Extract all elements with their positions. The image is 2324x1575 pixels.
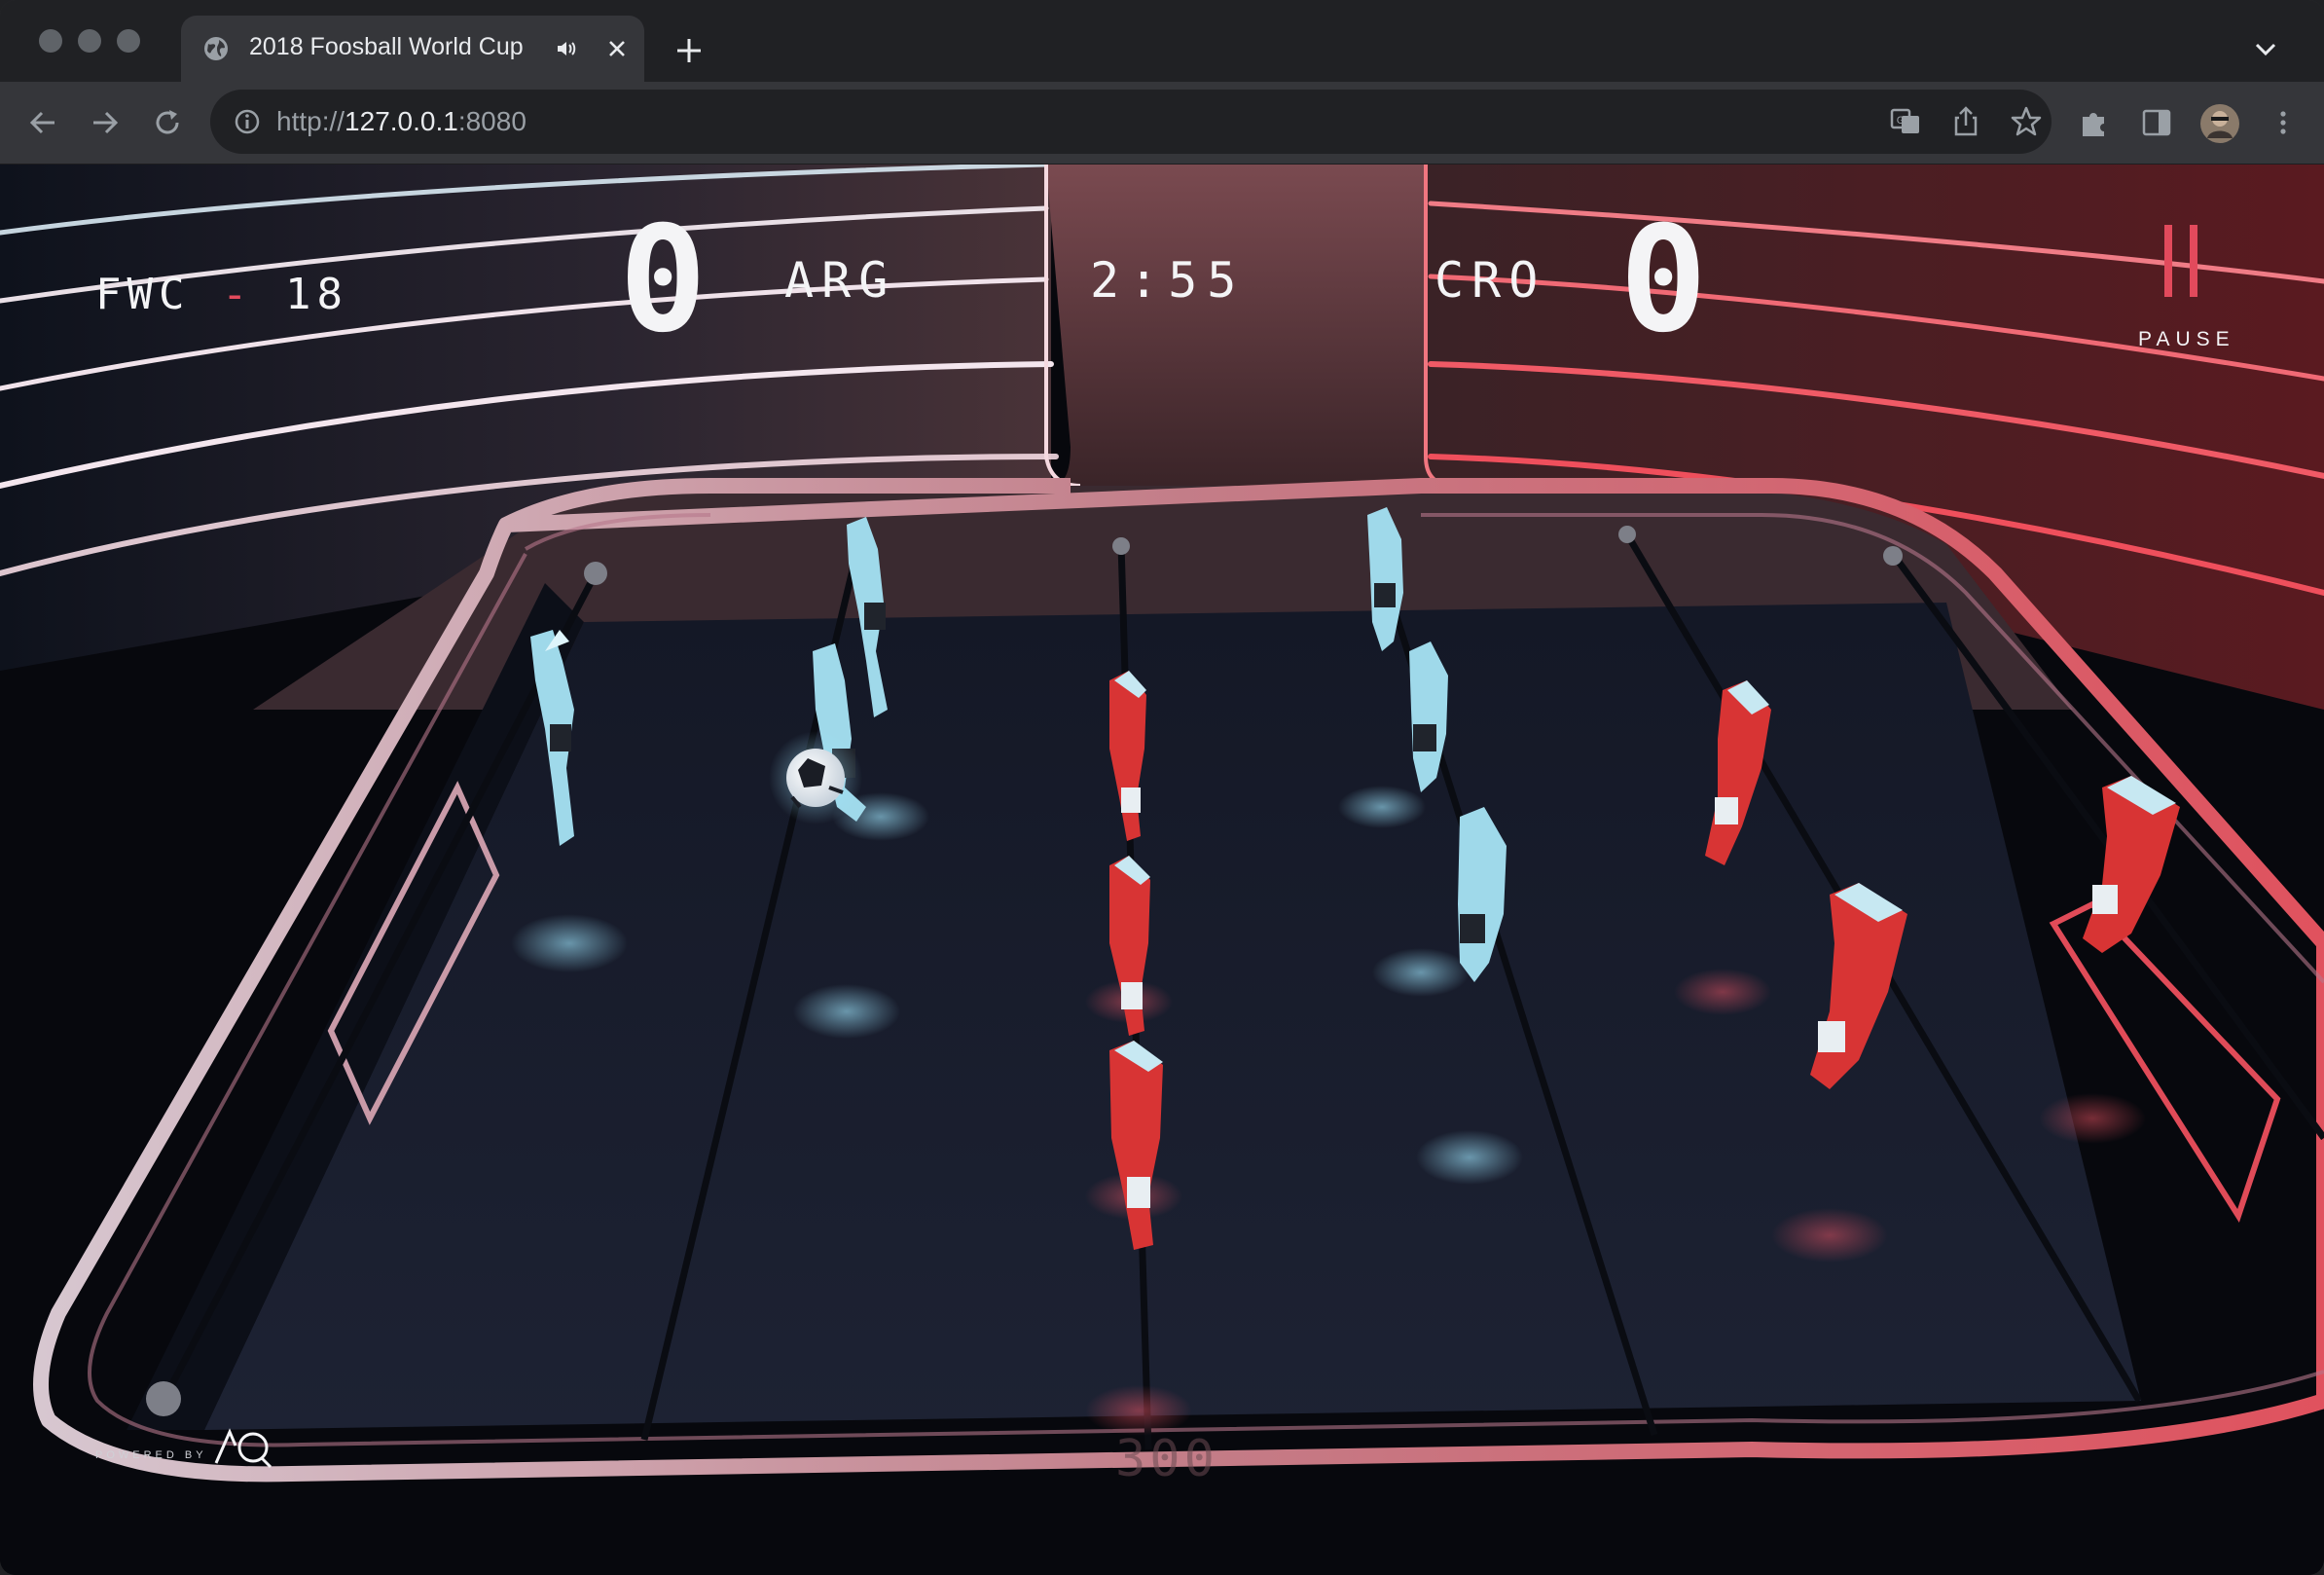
translate-icon[interactable]: G bbox=[1888, 104, 1923, 139]
home-score: 0 bbox=[619, 196, 708, 365]
url-host: 127.0.0.1 bbox=[345, 106, 458, 136]
speaker-icon[interactable] bbox=[553, 35, 580, 62]
more-vert-icon[interactable] bbox=[2266, 105, 2301, 140]
new-tab-icon[interactable] bbox=[672, 33, 707, 68]
aq-logo bbox=[214, 1428, 272, 1469]
game-canvas[interactable]: FWC - 18 0 ARG 2:55 CRO 0 PAUSE POWERED … bbox=[0, 165, 2324, 1575]
address-bar[interactable]: http://127.0.0.1:8080 G bbox=[210, 90, 2052, 154]
home-team-name: ARG bbox=[784, 252, 896, 309]
svg-text:G: G bbox=[1897, 115, 1906, 127]
minimize-window-button[interactable] bbox=[78, 29, 101, 53]
reload-icon[interactable] bbox=[150, 105, 185, 140]
profile-avatar-icon[interactable] bbox=[2199, 103, 2240, 144]
globe-icon bbox=[204, 37, 228, 60]
side-panel-icon[interactable] bbox=[2139, 105, 2174, 140]
center-panel bbox=[1046, 165, 1460, 486]
url-text[interactable]: http://127.0.0.1:8080 bbox=[276, 106, 527, 137]
foosball-table-scene bbox=[0, 165, 2324, 1575]
maximize-window-button[interactable] bbox=[117, 29, 140, 53]
tournament-logo: FWC - 18 bbox=[95, 270, 348, 319]
bookmark-star-icon[interactable] bbox=[2009, 104, 2044, 139]
info-icon[interactable] bbox=[230, 104, 265, 139]
close-window-button[interactable] bbox=[39, 29, 62, 53]
extensions-puzzle-icon[interactable] bbox=[2077, 105, 2112, 140]
powered-by-label: POWERED BY bbox=[95, 1449, 207, 1461]
chevron-down-icon[interactable] bbox=[2250, 35, 2281, 62]
away-score: 0 bbox=[1619, 196, 1708, 365]
away-team-name: CRO bbox=[1434, 252, 1546, 309]
tab-title: 2018 Foosball World Cup bbox=[249, 33, 524, 60]
tab-strip: 2018 Foosball World Cup bbox=[0, 0, 2324, 82]
close-icon[interactable] bbox=[603, 35, 631, 62]
faded-score-number: 300 bbox=[1115, 1430, 1218, 1488]
back-arrow-icon[interactable] bbox=[25, 105, 60, 140]
soccer-ball bbox=[769, 731, 862, 824]
forward-arrow-icon[interactable] bbox=[88, 105, 123, 140]
share-icon[interactable] bbox=[1948, 104, 1983, 139]
tab-active[interactable]: 2018 Foosball World Cup bbox=[181, 16, 644, 82]
pause-button-label[interactable]: PAUSE bbox=[2138, 328, 2235, 351]
match-timer: 2:55 bbox=[1090, 252, 1247, 309]
browser-toolbar: http://127.0.0.1:8080 G bbox=[0, 82, 2324, 165]
pause-icon[interactable] bbox=[2162, 223, 2199, 301]
browser-window: 2018 Foosball World Cup http://127.0.0.1… bbox=[0, 0, 2324, 1575]
